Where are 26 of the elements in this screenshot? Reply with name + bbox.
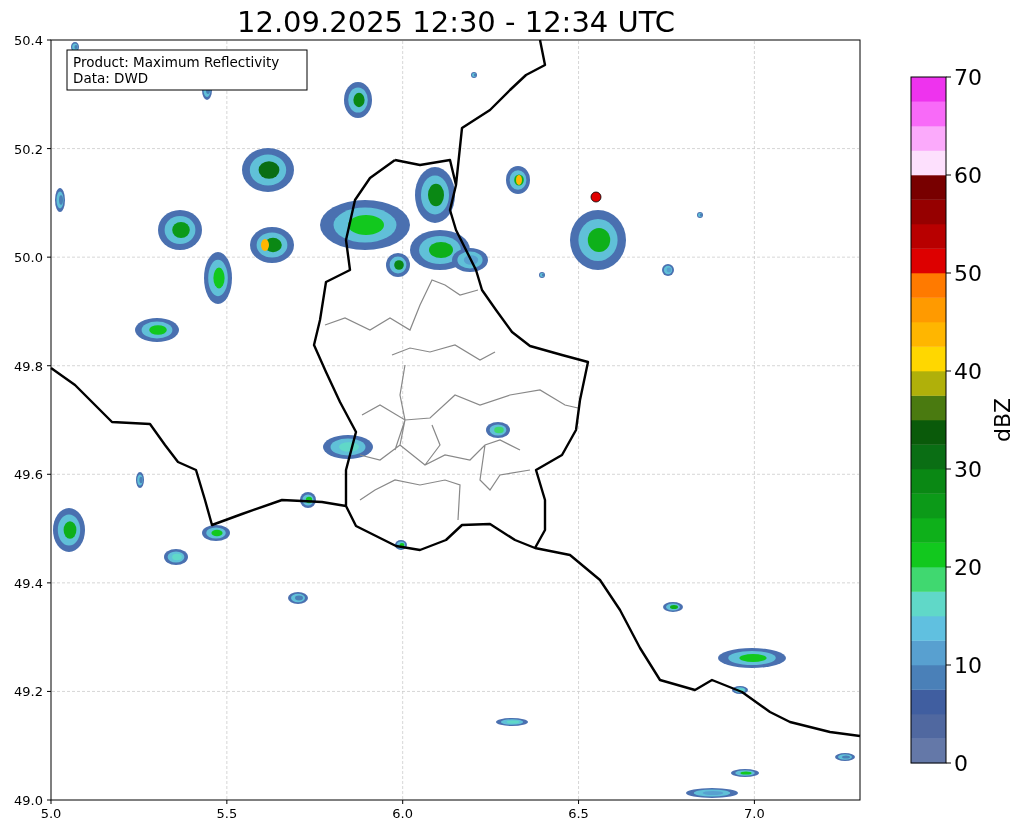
y-tick-label: 50.0 <box>14 250 43 266</box>
colorbar-tick-label: 50 <box>954 261 982 286</box>
colorbar-label: dBZ <box>990 397 1015 443</box>
y-tick-label: 49.0 <box>14 793 43 808</box>
y-tick-label: 50.4 <box>14 33 43 48</box>
annotation-text: Data: DWD <box>73 70 149 86</box>
colorbar-tick-label: 20 <box>954 555 982 580</box>
y-tick-label: 49.2 <box>14 684 43 700</box>
x-tick-label: 6.5 <box>568 806 589 821</box>
colorbar-tick-label: 0 <box>954 751 968 776</box>
y-tick-label: 49.4 <box>14 575 43 591</box>
chart-title: 12.09.2025 12:30 - 12:34 UTC <box>237 5 675 39</box>
location-marker-icon <box>590 191 602 203</box>
colorbar-tick-label: 60 <box>954 163 982 188</box>
annotation-text: Product: Maximum Reflectivity <box>73 54 280 70</box>
x-tick-label: 6.0 <box>392 806 414 821</box>
y-tick-label: 49.8 <box>14 358 43 374</box>
y-tick-label: 49.6 <box>14 467 43 483</box>
x-tick-label: 5.0 <box>40 806 62 821</box>
x-tick-label: 7.0 <box>744 806 765 821</box>
x-tick-label: 5.5 <box>216 806 238 821</box>
colorbar-tick-label: 30 <box>954 457 982 482</box>
colorbar-tick-label: 10 <box>954 653 982 678</box>
y-tick-label: 50.2 <box>14 141 43 157</box>
colorbar-tick-label: 70 <box>954 65 982 90</box>
colorbar-tick-label: 40 <box>954 359 982 384</box>
